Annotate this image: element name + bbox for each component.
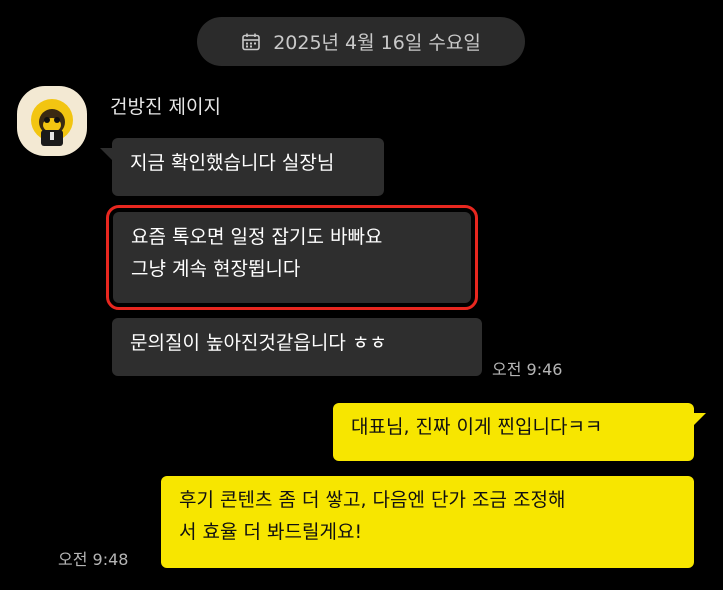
incoming-message[interactable]: 문의질이 높아진것같읍니다 ㅎㅎ	[112, 318, 482, 376]
date-divider: 2025년 4월 16일 수요일	[197, 17, 525, 66]
date-text: 2025년 4월 16일 수요일	[273, 32, 481, 54]
message-line: 지금 확인했습니다 실장님	[130, 152, 335, 174]
avatar-character	[31, 99, 73, 146]
incoming-message-highlighted[interactable]: 요즘 톡오면 일정 잡기도 바빠요 그냥 계속 현장뜁니다	[106, 205, 478, 310]
outgoing-message[interactable]: 대표님, 진짜 이게 찐입니다ㅋㅋ	[333, 403, 706, 461]
message-line: 대표님, 진짜 이게 찐입니다ㅋㅋ	[351, 416, 603, 438]
message-line: 문의질이 높아진것같읍니다 ㅎㅎ	[130, 332, 387, 354]
incoming-message[interactable]: 지금 확인했습니다 실장님	[100, 138, 384, 196]
message-line: 서 효율 더 봐드릴게요!	[179, 521, 363, 543]
message-line: 요즘 톡오면 일정 잡기도 바빠요	[131, 226, 383, 248]
outgoing-message[interactable]: 후기 콘텐츠 좀 더 쌓고, 다음엔 단가 조금 조정해 서 효율 더 봐드릴게…	[161, 476, 694, 568]
message-line: 그냥 계속 현장뜁니다	[131, 258, 301, 280]
outgoing-timestamp: 오전 9:48	[58, 550, 129, 569]
avatar[interactable]	[17, 86, 87, 156]
calendar-icon	[242, 33, 260, 50]
incoming-timestamp: 오전 9:46	[492, 360, 563, 379]
message-line: 후기 콘텐츠 좀 더 쌓고, 다음엔 단가 조금 조정해	[179, 489, 566, 511]
sender-name: 건방진 제이지	[110, 96, 221, 118]
